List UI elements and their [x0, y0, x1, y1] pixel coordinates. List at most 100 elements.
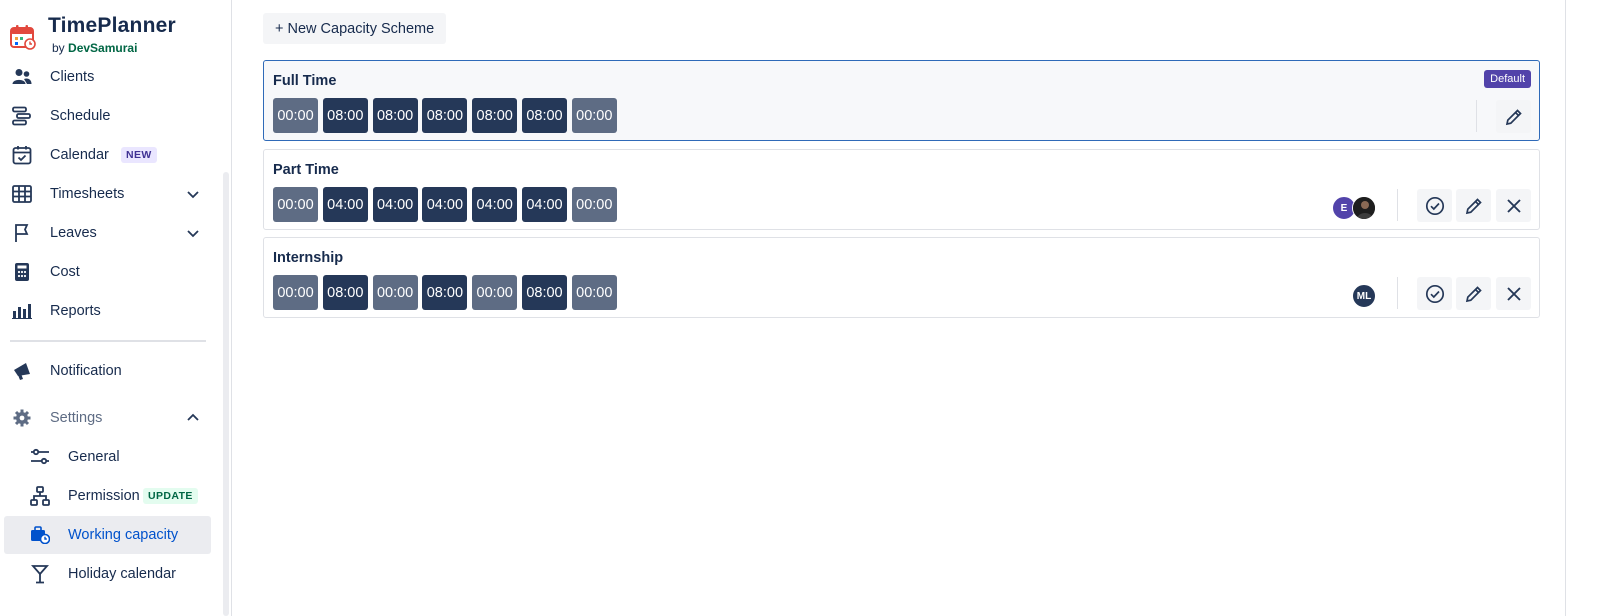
sidebar-item-permission[interactable]: Permission UPDATE: [4, 477, 211, 515]
avatar[interactable]: [1352, 196, 1376, 220]
day-hours: 08:00: [472, 98, 518, 133]
sidebar-item-label: Schedule: [50, 108, 111, 124]
cocktail-icon: [29, 563, 51, 585]
pencil-icon: [1465, 285, 1482, 302]
scrollbar-thumb[interactable]: [223, 172, 229, 616]
sidebar-item-calendar[interactable]: Calendar NEW: [4, 136, 211, 174]
calendar-check-icon: [11, 144, 33, 166]
chevron-up-icon[interactable]: [185, 410, 201, 426]
edit-button[interactable]: [1496, 100, 1531, 133]
clients-icon: [11, 66, 33, 88]
sidebar-item-label: Cost: [50, 264, 80, 280]
day-hours: 04:00: [322, 187, 368, 222]
byline-prefix: by: [52, 41, 65, 55]
user-photo-icon: [1353, 197, 1375, 219]
brand[interactable]: TimePlanner by DevSamurai: [10, 14, 176, 56]
app-byline: by DevSamurai: [52, 40, 176, 56]
sidebar-item-timesheets[interactable]: Timesheets: [4, 175, 211, 213]
sidebar-item-notification[interactable]: Notification: [4, 352, 211, 390]
app-title: TimePlanner: [48, 14, 176, 37]
sidebar-item-label: Holiday calendar: [68, 566, 177, 582]
main-content: + New Capacity Scheme Full Time Default …: [232, 0, 1609, 616]
sidebar-item-label: Working capacity: [68, 527, 179, 543]
sidebar-item-general[interactable]: General: [4, 438, 211, 476]
calculator-icon: [11, 261, 33, 283]
day-hours: 00:00: [571, 275, 617, 310]
avatar[interactable]: ML: [1352, 284, 1376, 308]
flag-icon: [11, 222, 33, 244]
weekday-hours: 00:00 08:00 08:00 08:00 08:00 08:00 00:0…: [273, 98, 622, 133]
chevron-down-icon[interactable]: [185, 225, 201, 241]
day-hours: 08:00: [372, 98, 418, 133]
pencil-icon: [1505, 108, 1522, 125]
capacity-scheme-card[interactable]: Full Time Default 00:00 08:00 08:00 08:0…: [263, 60, 1540, 141]
megaphone-icon: [11, 360, 33, 382]
day-hours: 00:00: [571, 187, 617, 222]
sidebar-item-label: Settings: [50, 410, 103, 426]
default-badge: Default: [1484, 70, 1531, 88]
day-hours: 08:00: [422, 98, 468, 133]
sidebar-item-holiday-calendar[interactable]: Holiday calendar: [4, 555, 211, 593]
day-hours: 00:00: [273, 275, 318, 310]
sidebar-item-cost[interactable]: Cost: [4, 253, 211, 291]
sidebar-item-settings[interactable]: Settings: [4, 399, 211, 437]
delete-button[interactable]: [1496, 277, 1531, 310]
day-hours: 04:00: [521, 187, 567, 222]
pencil-icon: [1465, 197, 1482, 214]
day-hours: 00:00: [273, 187, 318, 222]
briefcase-clock-icon: [29, 524, 51, 546]
capacity-scheme-card[interactable]: Part Time 00:00 04:00 04:00 04:00 04:00 …: [263, 149, 1540, 230]
set-default-button[interactable]: [1417, 277, 1452, 310]
org-name: DevSamurai: [68, 41, 138, 55]
day-hours: 08:00: [521, 275, 567, 310]
day-hours: 08:00: [322, 275, 368, 310]
capacity-scheme-card[interactable]: Internship 00:00 08:00 00:00 08:00 00:00…: [263, 237, 1540, 318]
sidebar-item-leaves[interactable]: Leaves: [4, 214, 211, 252]
edit-button[interactable]: [1456, 277, 1491, 310]
day-hours: 04:00: [372, 187, 418, 222]
check-circle-icon: [1425, 284, 1444, 303]
hierarchy-icon: [29, 485, 51, 507]
action-divider: [1476, 100, 1477, 132]
day-hours: 08:00: [521, 98, 567, 133]
action-divider: [1397, 277, 1398, 309]
close-icon: [1506, 286, 1521, 301]
weekday-hours: 00:00 04:00 04:00 04:00 04:00 04:00 00:0…: [273, 187, 622, 222]
set-default-button[interactable]: [1417, 189, 1452, 222]
check-circle-icon: [1425, 196, 1444, 215]
sidebar-item-reports[interactable]: Reports: [4, 292, 211, 330]
scheme-name: Internship: [273, 250, 344, 266]
day-hours: 04:00: [422, 187, 468, 222]
day-hours: 08:00: [322, 98, 368, 133]
sidebar-nav: Clients Schedule Calendar NEW Timesheets: [0, 62, 232, 616]
schedule-icon: [11, 105, 33, 127]
sidebar-item-label: Permission: [68, 488, 140, 504]
gear-icon: [11, 407, 33, 429]
sidebar-item-label: Leaves: [50, 225, 97, 241]
close-icon: [1506, 198, 1521, 213]
scheme-name: Part Time: [273, 162, 339, 178]
sidebar-item-label: Calendar: [50, 147, 109, 163]
edit-button[interactable]: [1456, 189, 1491, 222]
day-hours: 00:00: [472, 275, 518, 310]
sliders-icon: [29, 446, 51, 468]
update-badge: UPDATE: [143, 488, 198, 504]
sidebar-item-clients[interactable]: Clients: [4, 62, 211, 96]
day-hours: 00:00: [273, 98, 318, 133]
sidebar-item-schedule[interactable]: Schedule: [4, 97, 211, 135]
sidebar-item-working-capacity[interactable]: Working capacity: [4, 516, 211, 554]
weekday-hours: 00:00 08:00 00:00 08:00 00:00 08:00 00:0…: [273, 275, 622, 310]
action-divider: [1397, 189, 1398, 221]
delete-button[interactable]: [1496, 189, 1531, 222]
sidebar-scrollbar[interactable]: [221, 62, 231, 616]
chevron-down-icon[interactable]: [185, 186, 201, 202]
sidebar: TimePlanner by DevSamurai Clients Schedu…: [0, 0, 232, 616]
sidebar-item-label: General: [68, 449, 120, 465]
day-hours: 04:00: [472, 187, 518, 222]
sidebar-item-label: Timesheets: [50, 186, 125, 202]
sidebar-item-label: Notification: [50, 363, 122, 379]
new-badge: NEW: [121, 147, 157, 163]
table-grid-icon: [11, 183, 33, 205]
page-edge-divider: [1565, 0, 1566, 616]
new-capacity-scheme-button[interactable]: + New Capacity Scheme: [263, 13, 447, 44]
